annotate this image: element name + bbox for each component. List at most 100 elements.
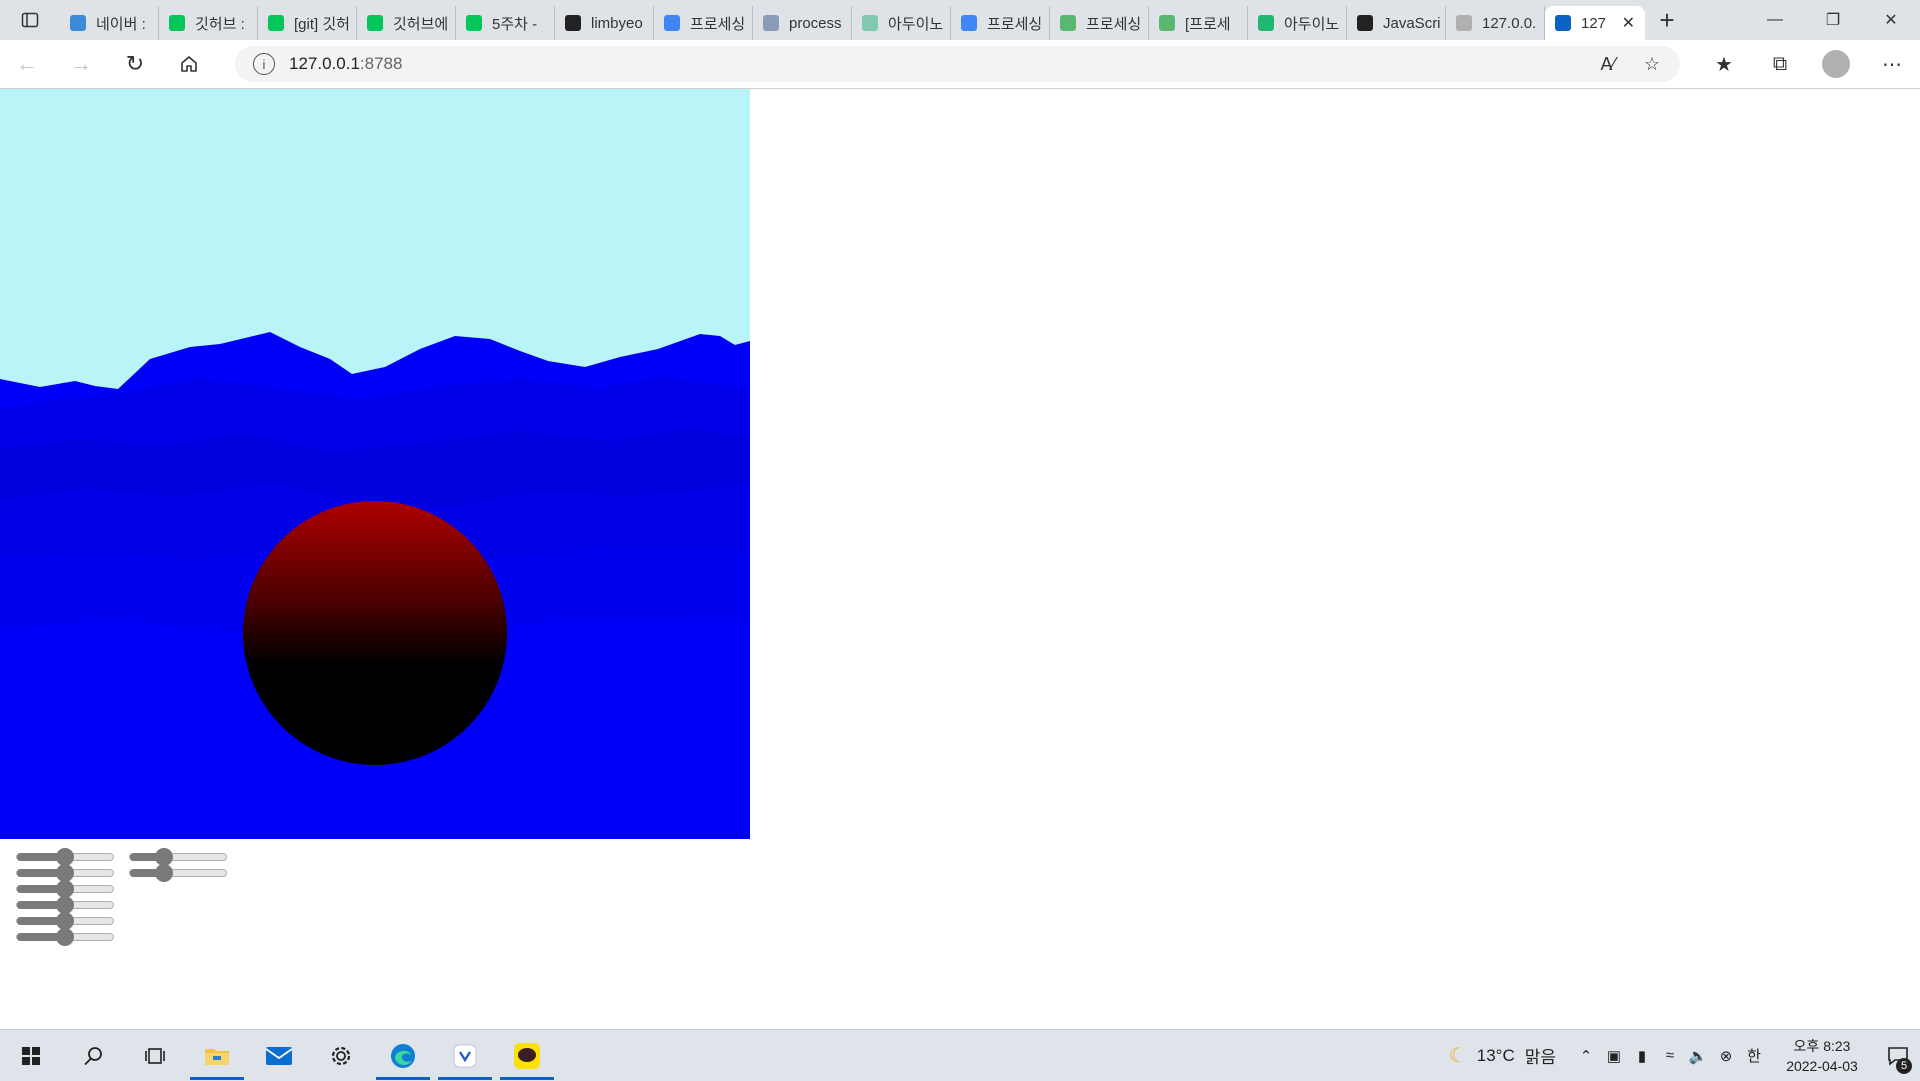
tab[interactable]: 네이버 :: [60, 6, 159, 40]
system-tray: ☾ 13°C 맑음 ⌃ ▣ ▮ ≈ 🔈 ⊗ 한 오후 8:23 2022-04-…: [1449, 1030, 1920, 1081]
tab[interactable]: 프로세싱: [654, 6, 753, 40]
bing-icon: [70, 15, 86, 31]
forward-button[interactable]: →: [54, 40, 108, 88]
browser-toolbar: ← → ↻ i 127.0.0.1:8788 A⁄ ☆ ★ ⧉ ⋯: [0, 40, 1920, 89]
url-host: 127.0.0.1: [289, 54, 360, 73]
tab[interactable]: 프로세싱: [951, 6, 1050, 40]
restore-button[interactable]: ❐: [1804, 0, 1862, 40]
network-icon[interactable]: ≈: [1656, 1047, 1684, 1064]
site-info-icon[interactable]: i: [253, 53, 275, 75]
site-icon: [862, 15, 878, 31]
tab[interactable]: 아두이노: [852, 6, 951, 40]
kakaotalk-button[interactable]: [496, 1030, 558, 1081]
notification-center-button[interactable]: 5: [1876, 1046, 1920, 1074]
clock[interactable]: 오후 8:23 2022-04-03: [1776, 1036, 1868, 1076]
tab[interactable]: [프로세: [1149, 6, 1248, 40]
tab-label: 깃허브에: [393, 15, 449, 33]
gear-icon: [331, 1046, 351, 1065]
slider-thumb[interactable]: [154, 864, 173, 882]
sphere: [243, 501, 507, 765]
meet-now-icon[interactable]: ▣: [1600, 1047, 1628, 1065]
more-menu-icon[interactable]: ⋯: [1864, 40, 1920, 88]
tab[interactable]: 아두이노: [1248, 6, 1347, 40]
naver-icon: [169, 15, 185, 31]
tab-label: 아두이노: [1284, 15, 1340, 33]
tab[interactable]: 5주차 -: [456, 6, 555, 40]
sketch-canvas[interactable]: [0, 89, 750, 839]
tab[interactable]: [git] 깃허: [258, 6, 357, 40]
range-slider[interactable]: [16, 896, 114, 914]
collections-icon[interactable]: ⧉: [1752, 40, 1808, 88]
chevron-up-icon[interactable]: ⌃: [1572, 1047, 1600, 1065]
page-icon: [1555, 15, 1571, 31]
slider-thumb[interactable]: [56, 928, 74, 946]
task-view-icon: [145, 1047, 165, 1064]
back-button[interactable]: ←: [0, 40, 54, 88]
url-text[interactable]: 127.0.0.1:8788: [289, 54, 402, 74]
edge-button[interactable]: [372, 1030, 434, 1081]
mail-button[interactable]: [248, 1030, 310, 1081]
favorites-icon[interactable]: ★: [1696, 40, 1752, 88]
google-icon: [664, 15, 680, 31]
range-slider[interactable]: [16, 864, 114, 882]
tab-label: [git] 깃허: [294, 15, 350, 33]
volume-muted-icon[interactable]: 🔈: [1684, 1047, 1712, 1065]
taskbar: ☾ 13°C 맑음 ⌃ ▣ ▮ ≈ 🔈 ⊗ 한 오후 8:23 2022-04-…: [0, 1029, 1920, 1081]
close-window-button[interactable]: ✕: [1862, 0, 1920, 40]
tab-label: 프로세싱: [987, 15, 1043, 33]
tab[interactable]: JavaScri: [1347, 6, 1446, 40]
range-slider[interactable]: [16, 928, 114, 946]
tab[interactable]: 깃허브에: [357, 6, 456, 40]
task-view-button[interactable]: [124, 1030, 186, 1081]
mail-icon: [265, 1046, 293, 1065]
range-slider[interactable]: [16, 880, 114, 898]
range-slider[interactable]: [16, 912, 114, 930]
weather-temp: 13°C: [1476, 1045, 1515, 1065]
battery-icon[interactable]: ▮: [1628, 1047, 1656, 1065]
tab[interactable]: 깃허브 :: [159, 6, 258, 40]
close-tab-icon[interactable]: ✕: [1622, 13, 1635, 33]
tab[interactable]: 프로세싱: [1050, 6, 1149, 40]
tab-label: 아두이노: [888, 15, 944, 33]
tab-active[interactable]: 127 ✕: [1545, 6, 1645, 40]
refresh-button[interactable]: ↻: [108, 40, 162, 88]
tab[interactable]: process: [753, 6, 852, 40]
home-icon: [181, 56, 197, 72]
tab-actions-button[interactable]: [0, 0, 60, 40]
wikipedia-icon: [763, 15, 779, 31]
app-button[interactable]: [434, 1030, 496, 1081]
add-favorite-icon[interactable]: ☆: [1634, 46, 1670, 82]
tab-label: 127: [1581, 14, 1607, 32]
minimize-button[interactable]: —: [1746, 0, 1804, 40]
tab[interactable]: limbyeo: [555, 6, 654, 40]
home-button[interactable]: [162, 40, 216, 88]
read-aloud-icon[interactable]: A⁄: [1590, 46, 1626, 82]
tab-label: process: [789, 14, 842, 32]
settings-button[interactable]: [310, 1030, 372, 1081]
address-bar[interactable]: i 127.0.0.1:8788 A⁄ ☆: [235, 46, 1680, 82]
range-slider[interactable]: [129, 848, 227, 866]
profile-avatar[interactable]: [1822, 50, 1850, 78]
file-explorer-button[interactable]: [186, 1030, 248, 1081]
search-button[interactable]: [62, 1030, 124, 1081]
new-tab-button[interactable]: +: [1645, 0, 1689, 40]
ime-indicator[interactable]: 한: [1740, 1045, 1768, 1066]
status-icon[interactable]: ⊗: [1712, 1047, 1740, 1065]
tab-label: JavaScri: [1383, 14, 1441, 32]
clock-time: 오후 8:23: [1793, 1037, 1851, 1054]
tab-label: 5주차 -: [492, 15, 538, 33]
notification-count: 5: [1896, 1057, 1912, 1074]
weather-widget[interactable]: ☾ 13°C 맑음: [1449, 1043, 1556, 1068]
sky: [0, 89, 750, 389]
tab[interactable]: 127.0.0.: [1446, 6, 1545, 40]
js-icon: [1357, 15, 1373, 31]
tab-label: 네이버 :: [96, 15, 146, 33]
range-slider[interactable]: [129, 864, 227, 882]
range-slider[interactable]: [16, 848, 114, 866]
app-icon: [453, 1044, 477, 1067]
moon-icon: ☾: [1448, 1045, 1467, 1067]
url-port: :8788: [359, 54, 403, 73]
start-button[interactable]: [0, 1030, 62, 1081]
github-icon: [565, 15, 581, 31]
edge-icon: [391, 1043, 415, 1068]
